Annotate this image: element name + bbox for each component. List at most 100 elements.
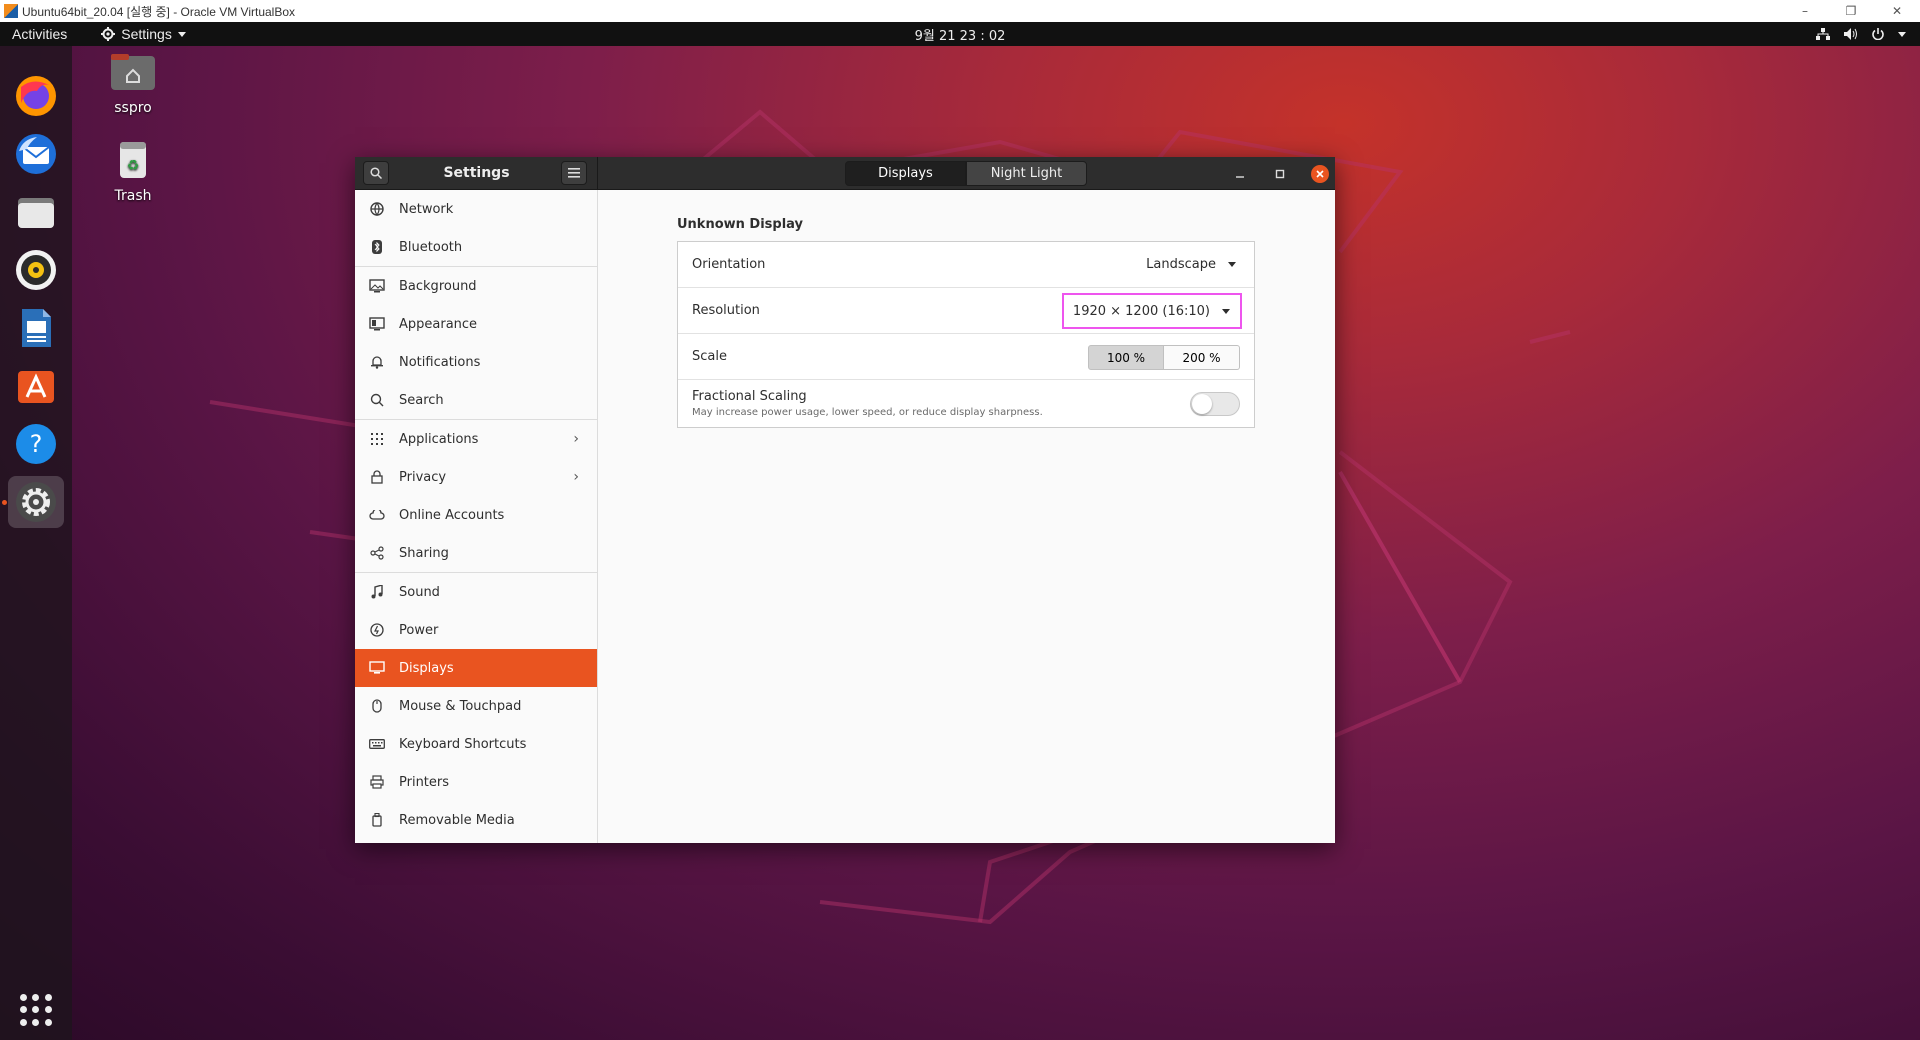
music-note-icon	[369, 584, 385, 600]
sidebar-item-online-accounts[interactable]: Online Accounts	[355, 496, 597, 534]
sidebar-item-search[interactable]: Search	[355, 381, 597, 419]
files-icon	[18, 198, 54, 228]
sidebar-item-sharing[interactable]: Sharing	[355, 534, 597, 572]
guest-desktop: Activities Settings 9월 21 23 : 02 ? sspr…	[0, 22, 1920, 1040]
sidebar-item-power[interactable]: Power	[355, 611, 597, 649]
bluetooth-icon	[369, 239, 385, 255]
dock-software[interactable]	[8, 360, 64, 412]
sidebar-item-printers[interactable]: Printers	[355, 763, 597, 801]
sidebar-item-label: Bluetooth	[399, 239, 463, 255]
host-minimize-button[interactable]: –	[1782, 0, 1828, 22]
chevron-down-icon	[1228, 262, 1236, 267]
sidebar-item-label: Appearance	[399, 316, 478, 332]
sidebar-item-bluetooth[interactable]: Bluetooth	[355, 228, 597, 266]
sidebar-item-label: Online Accounts	[399, 507, 505, 523]
primary-menu-button[interactable]	[561, 161, 587, 185]
sidebar-item-appearance[interactable]: Appearance	[355, 305, 597, 343]
host-close-button[interactable]: ✕	[1874, 0, 1920, 22]
volume-icon	[1844, 28, 1857, 40]
orientation-dropdown[interactable]: Landscape	[1146, 257, 1236, 272]
desktop-icon-home[interactable]: sspro	[88, 52, 178, 116]
toggle-knob	[1192, 394, 1212, 414]
network-icon	[369, 201, 385, 217]
app-menu[interactable]: Settings	[79, 26, 198, 42]
maximize-button[interactable]	[1271, 165, 1289, 183]
close-button[interactable]	[1311, 165, 1329, 183]
minimize-icon	[1236, 176, 1244, 178]
sidebar-item-label: Mouse & Touchpad	[399, 698, 522, 714]
chevron-right-icon: ›	[573, 431, 579, 447]
clock[interactable]: 9월 21 23 : 02	[915, 25, 1006, 44]
minimize-button[interactable]	[1231, 165, 1249, 183]
sidebar-item-label: Power	[399, 622, 439, 638]
maximize-icon	[1275, 169, 1285, 179]
sidebar-item-displays[interactable]: Displays	[355, 649, 597, 687]
sidebar-item-background[interactable]: Background	[355, 267, 597, 305]
resolution-dropdown[interactable]: 1920 × 1200 (16:10)	[1062, 293, 1242, 329]
host-window-titlebar: Ubuntu64bit_20.04 [실행 중] - Oracle VM Vir…	[0, 0, 1920, 22]
dock-files[interactable]	[8, 186, 64, 238]
chevron-down-icon	[177, 31, 186, 37]
printer-icon	[369, 774, 385, 790]
sidebar-item-notifications[interactable]: Notifications	[355, 343, 597, 381]
writer-icon	[22, 309, 51, 347]
chevron-down-icon	[1222, 308, 1230, 314]
sidebar-item-mouse-touchpad[interactable]: Mouse & Touchpad	[355, 687, 597, 725]
removable-media-icon	[369, 812, 385, 828]
sidebar-item-network[interactable]: Network	[355, 190, 597, 228]
sidebar-item-label: Background	[399, 278, 477, 294]
app-menu-label: Settings	[121, 26, 172, 42]
settings-gear-icon	[16, 482, 56, 522]
fractional-scaling-toggle[interactable]	[1190, 392, 1240, 416]
desktop-icon-trash[interactable]: ♻ Trash	[88, 140, 178, 204]
lock-icon	[369, 469, 385, 485]
settings-sidebar: Network Bluetooth Background Appearance …	[355, 190, 598, 843]
scale-100-button[interactable]: 100 %	[1088, 345, 1164, 370]
sidebar-item-label: Removable Media	[399, 812, 515, 828]
stack-switcher: Displays Night Light	[845, 161, 1087, 186]
close-icon	[1316, 170, 1324, 178]
power-icon	[1872, 28, 1884, 40]
resolution-row[interactable]: Resolution 1920 × 1200 (16:10)	[678, 288, 1254, 334]
sidebar-item-removable-media[interactable]: Removable Media	[355, 801, 597, 839]
sidebar-item-label: Keyboard Shortcuts	[399, 736, 527, 752]
sidebar-item-label: Network	[399, 201, 454, 217]
mouse-icon	[369, 698, 385, 714]
display-name-heading: Unknown Display	[677, 217, 804, 232]
host-restore-button[interactable]: ❐	[1828, 0, 1874, 22]
dock-rhythmbox[interactable]	[8, 244, 64, 296]
tab-displays[interactable]: Displays	[845, 161, 966, 186]
scale-200-button[interactable]: 200 %	[1164, 345, 1240, 370]
sidebar-item-applications[interactable]: Applications ›	[355, 420, 597, 458]
sidebar-item-keyboard-shortcuts[interactable]: Keyboard Shortcuts	[355, 725, 597, 763]
fractional-scaling-description: May increase power usage, lower speed, o…	[692, 407, 1043, 418]
desktop-icon-label: Trash	[114, 188, 152, 204]
sidebar-item-label: Privacy	[399, 469, 447, 485]
dock-help[interactable]: ?	[8, 418, 64, 470]
gear-icon	[101, 27, 116, 41]
svg-text:♻: ♻	[127, 158, 140, 174]
help-icon: ?	[16, 424, 56, 464]
scale-label: Scale	[692, 349, 727, 364]
chevron-right-icon: ›	[573, 469, 579, 485]
headerbar: Settings Displays Night Light	[355, 157, 1335, 190]
power-icon	[369, 622, 385, 638]
chevron-down-icon	[1898, 31, 1906, 37]
keyboard-icon	[369, 736, 385, 752]
sidebar-item-label: Notifications	[399, 354, 481, 370]
dock-firefox[interactable]	[8, 70, 64, 122]
sidebar-item-sound[interactable]: Sound	[355, 573, 597, 611]
system-tray[interactable]	[1816, 28, 1906, 40]
orientation-row[interactable]: Orientation Landscape	[678, 242, 1254, 288]
dock-settings[interactable]	[8, 476, 64, 528]
sidebar-item-privacy[interactable]: Privacy ›	[355, 458, 597, 496]
dock-writer[interactable]	[8, 302, 64, 354]
dock-thunderbird[interactable]	[8, 128, 64, 180]
apps-grid-icon	[369, 431, 385, 447]
show-applications-button[interactable]	[20, 994, 52, 1026]
activities-button[interactable]: Activities	[0, 26, 79, 42]
tab-night-light[interactable]: Night Light	[966, 161, 1087, 186]
settings-window: Settings Displays Night Light Network Bl…	[355, 157, 1335, 843]
search-icon	[369, 392, 385, 408]
desktop-icon-label: sspro	[114, 100, 152, 116]
